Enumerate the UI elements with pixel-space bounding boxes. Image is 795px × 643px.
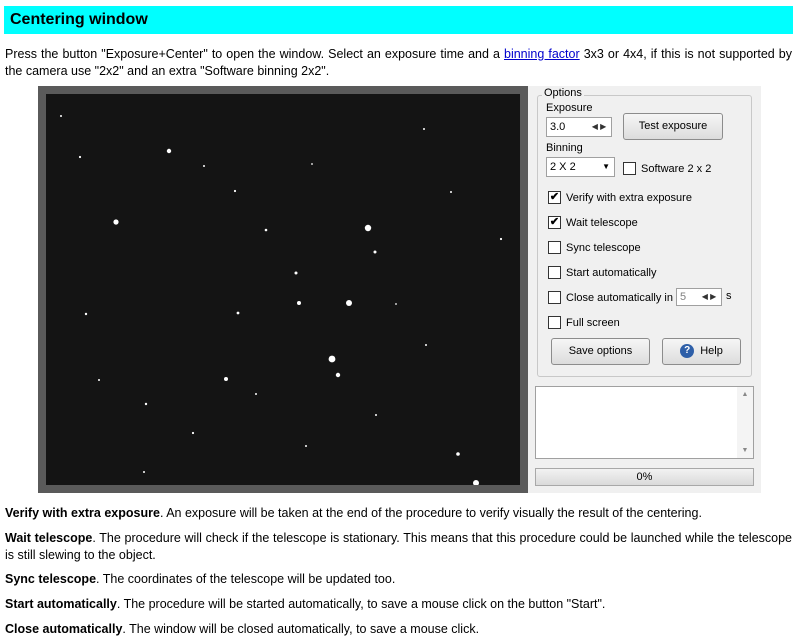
scroll-up-icon[interactable]: ▲ (737, 387, 753, 398)
binning-label: Binning (546, 142, 583, 154)
dropdown-arrow-icon[interactable]: ▼ (602, 158, 610, 176)
intro-paragraph: Press the button "Exposure+Center" to op… (5, 46, 792, 80)
option-checkbox-label: Wait telescope (566, 217, 638, 229)
binning-select[interactable]: 2 X 2 ▼ (546, 157, 615, 177)
binning-factor-link[interactable]: binning factor (504, 47, 580, 61)
software-binning-checkbox[interactable] (623, 162, 636, 175)
exposure-value: 3.0 (550, 121, 566, 133)
options-legend: Options (542, 87, 584, 99)
close-seconds-spinbox[interactable]: 5 ◀ ▶ (676, 288, 722, 306)
help-button[interactable]: ? Help (662, 338, 741, 365)
description-text: . The procedure will check if the telesc… (5, 531, 793, 562)
option-checkbox[interactable] (548, 266, 561, 279)
log-textbox[interactable]: ▲ ▼ (535, 386, 754, 459)
save-options-button[interactable]: Save options (551, 338, 650, 365)
description-paragraph: Sync telescope. The coordinates of the t… (5, 571, 792, 588)
option-checkbox[interactable] (548, 316, 561, 329)
help-button-label: Help (700, 345, 723, 357)
option-checkbox-label: Sync telescope (566, 242, 641, 254)
description-paragraph: Close automatically. The window will be … (5, 621, 792, 638)
description-paragraph: Verify with extra exposure. An exposure … (5, 505, 792, 522)
close-seconds-spin-arrows-icon[interactable]: ◀ ▶ (698, 290, 720, 304)
close-seconds-value: 5 (680, 291, 687, 303)
option-checkbox[interactable]: ✔ (548, 216, 561, 229)
log-scrollbar[interactable]: ▲ ▼ (737, 387, 753, 458)
description-text: . The window will be closed automaticall… (122, 622, 480, 636)
description-paragraph: Start automatically. The procedure will … (5, 596, 792, 613)
exposure-label: Exposure (546, 102, 593, 114)
description-text: . The coordinates of the telescope will … (96, 572, 396, 586)
description-text: . The procedure will be started automati… (116, 597, 606, 611)
option-checkbox[interactable] (548, 291, 561, 304)
software-binning-label: Software 2 x 2 (641, 163, 712, 175)
exposure-spinbox[interactable]: 3.0 ◀ ▶ (546, 117, 612, 137)
star-image-panel (38, 86, 528, 493)
description-term: Close automatically (5, 622, 123, 636)
centering-window-screenshot: Options Exposure 3.0 ◀ ▶ Test exposure B… (38, 86, 761, 493)
description-term: Verify with extra exposure (5, 506, 160, 520)
option-checkbox-label: Full screen (566, 317, 620, 329)
test-exposure-button[interactable]: Test exposure (623, 113, 723, 140)
binning-value: 2 X 2 (550, 161, 576, 173)
description-term: Sync telescope (5, 572, 97, 586)
close-seconds-unit: s (726, 290, 732, 302)
option-checkbox-label: Close automatically in (566, 292, 673, 304)
option-checkbox[interactable]: ✔ (548, 191, 561, 204)
option-checkbox-label: Start automatically (566, 267, 657, 279)
intro-text-before: Press the button "Exposure+Center" to op… (5, 47, 504, 61)
progress-bar: 0% (535, 468, 754, 486)
description-paragraph: Wait telescope. The procedure will check… (5, 530, 792, 564)
description-term: Start automatically (5, 597, 117, 611)
description-term: Wait telescope (5, 531, 93, 545)
star-image (46, 94, 520, 485)
section-title: Centering window (4, 6, 793, 34)
option-checkbox[interactable] (548, 241, 561, 254)
exposure-spin-arrows-icon[interactable]: ◀ ▶ (588, 119, 610, 135)
description-text: . An exposure will be taken at the end o… (159, 506, 702, 520)
help-question-icon: ? (680, 344, 695, 359)
scroll-down-icon[interactable]: ▼ (737, 447, 753, 454)
option-checkbox-label: Verify with extra exposure (566, 192, 692, 204)
